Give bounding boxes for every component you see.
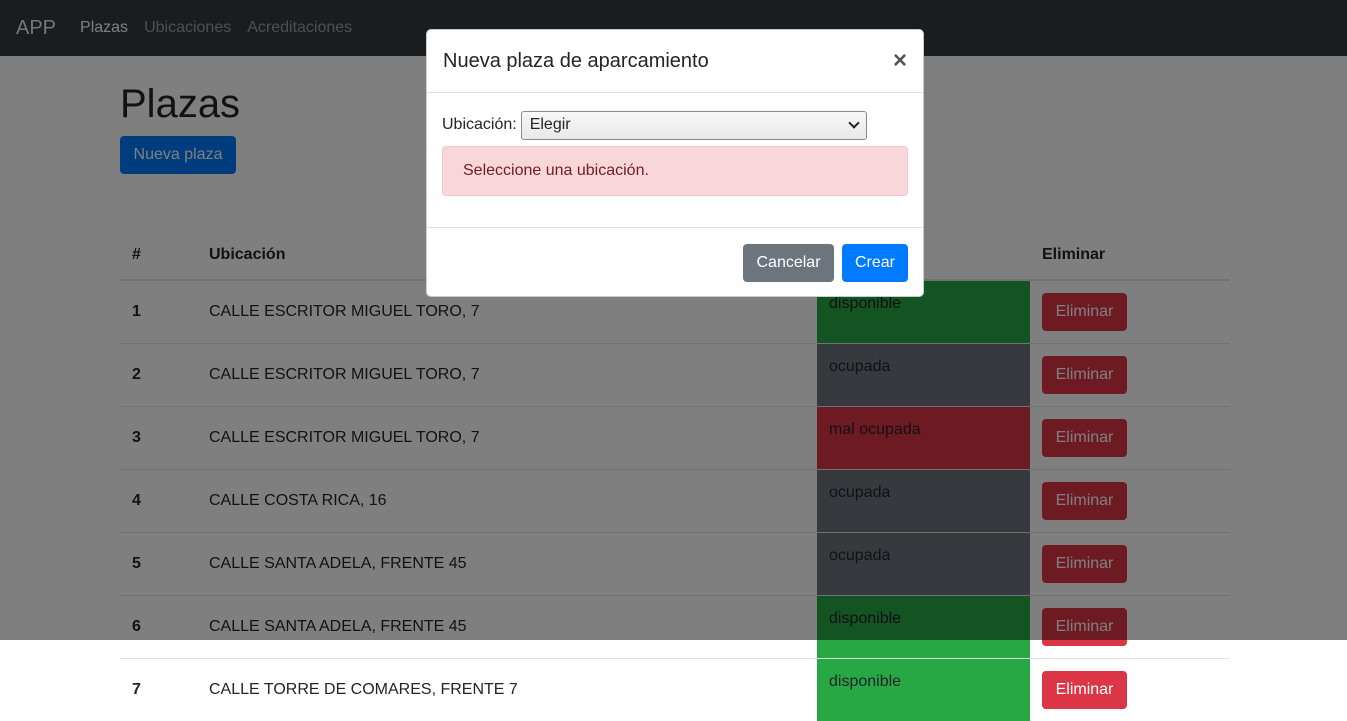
close-icon[interactable]: × [893, 49, 907, 73]
cancel-button[interactable]: Cancelar [743, 244, 834, 282]
modal-header: Nueva plaza de aparcamiento × [427, 30, 923, 93]
modal-body: Ubicación: Elegir Seleccione una ubicaci… [427, 93, 923, 228]
ubicacion-select-value: Elegir [529, 116, 571, 133]
modal-title: Nueva plaza de aparcamiento [443, 49, 709, 72]
table-row: 7 CALLE TORRE DE COMARES, FRENTE 7 disponi… [120, 657, 1230, 721]
validation-alert: Seleccione una ubicación. [442, 146, 908, 196]
ubicacion-label: Ubicación: [442, 116, 517, 133]
row-actions: Eliminar [1030, 657, 1230, 721]
ubicacion-field: Ubicación: Elegir [442, 110, 908, 140]
modal-footer: Cancelar Crear [427, 228, 923, 298]
ubicacion-select[interactable]: Elegir [520, 110, 867, 140]
row-ubicacion: CALLE TORRE DE COMARES, FRENTE 7 [197, 657, 817, 721]
chevron-down-icon [848, 117, 860, 129]
create-button[interactable]: Crear [842, 244, 908, 282]
row-estado: disponible [817, 657, 1030, 721]
new-plaza-modal: Nueva plaza de aparcamiento × Ubicación:… [426, 29, 924, 297]
row-number: 7 [120, 657, 197, 721]
delete-button[interactable]: Eliminar [1042, 670, 1127, 709]
